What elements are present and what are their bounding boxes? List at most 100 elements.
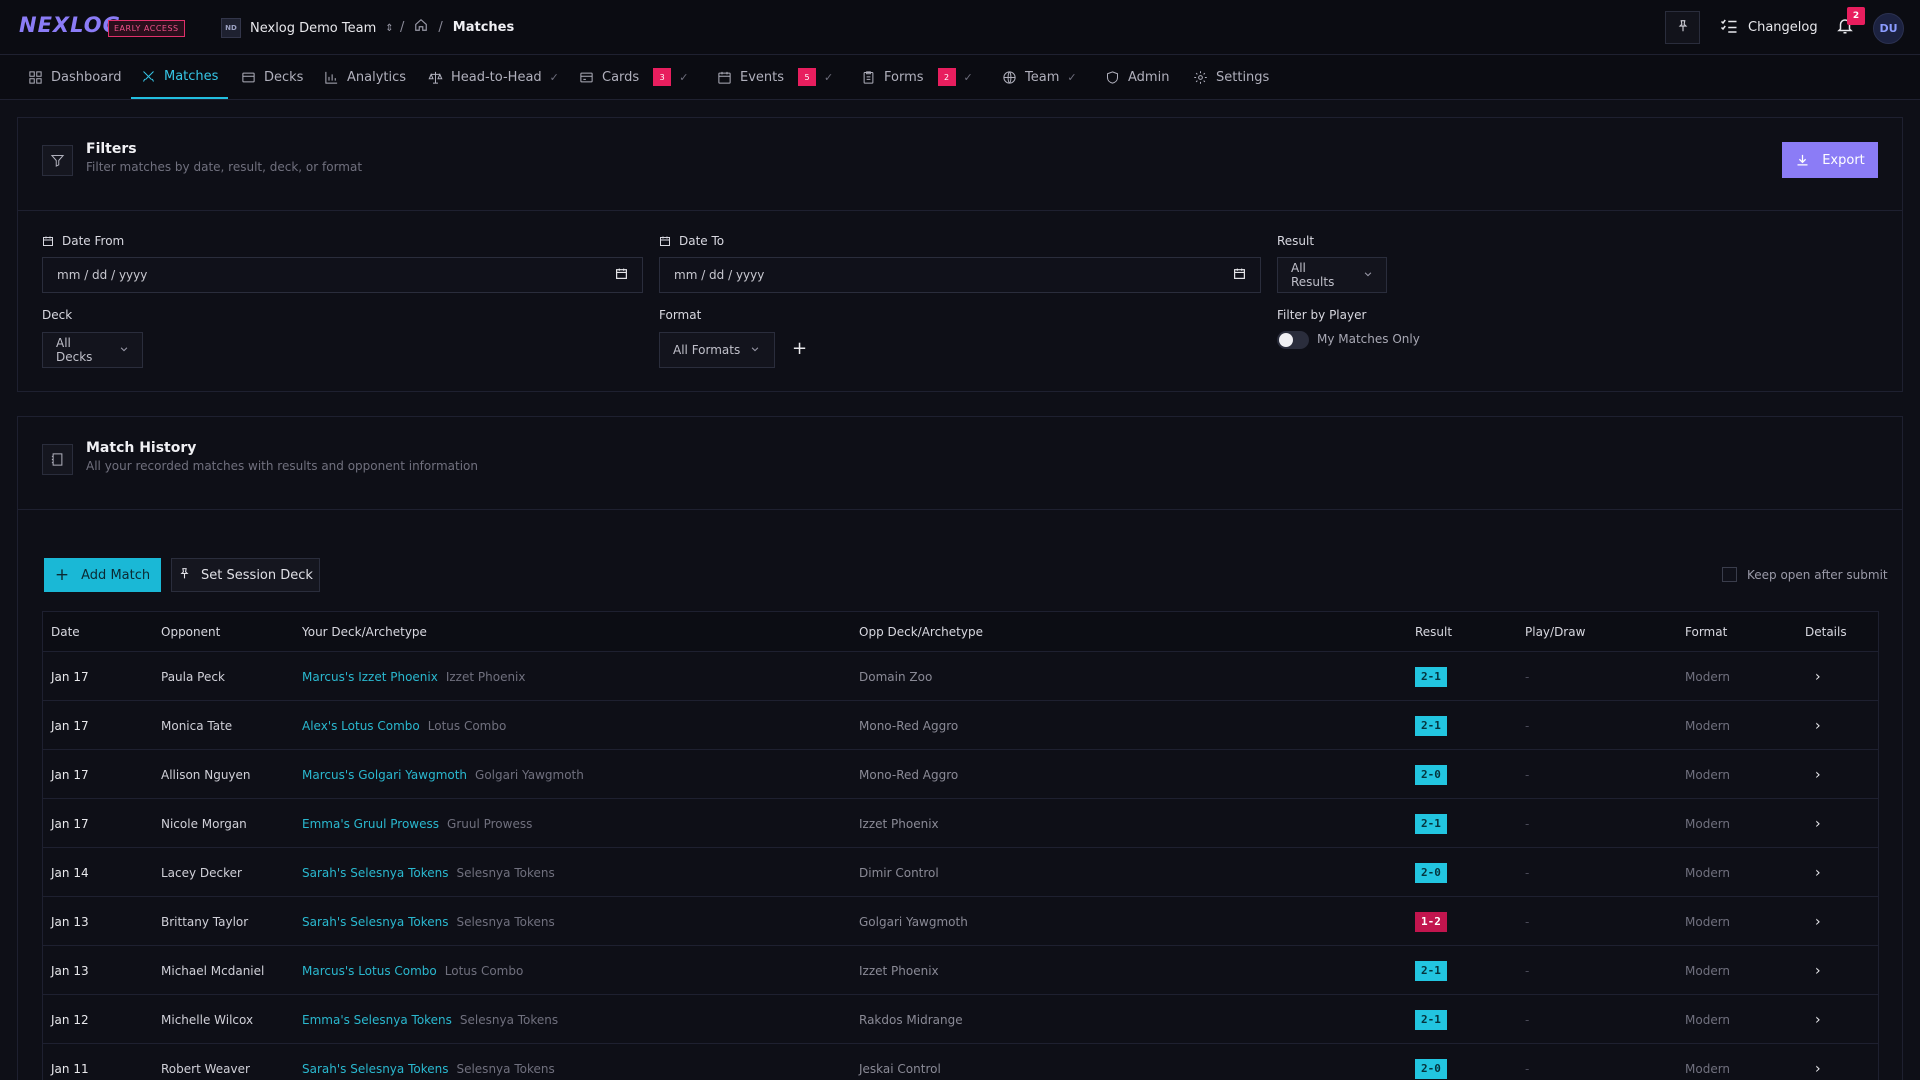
chevron-right-icon[interactable]: › <box>1815 701 1821 750</box>
chevron-right-icon[interactable]: › <box>1815 995 1821 1044</box>
col-format[interactable]: Format <box>1685 612 1727 652</box>
list-check-icon <box>1720 18 1738 38</box>
opp-deck: Domain Zoo <box>859 669 933 684</box>
nav-admin[interactable]: Admin <box>1105 55 1169 99</box>
nav-label: Dashboard <box>51 69 122 85</box>
nav-label: Matches <box>164 68 219 84</box>
chevron-right-icon[interactable]: › <box>1815 652 1821 701</box>
nav-head-to-head[interactable]: Head-to-Head ✓ <box>428 55 559 99</box>
your-deck-link[interactable]: Marcus's Golgari Yawgmoth <box>302 768 467 782</box>
nav-cards[interactable]: Cards 3 ✓ <box>579 55 688 99</box>
result-cell: 2-0 <box>1415 848 1447 897</box>
globe-icon <box>1003 70 1016 84</box>
your-deck-link[interactable]: Sarah's Selesnya Tokens <box>302 866 448 880</box>
result-select[interactable]: All Results <box>1277 257 1387 293</box>
nav-label: Head-to-Head <box>451 69 542 85</box>
chevron-right-icon[interactable]: › <box>1815 946 1821 995</box>
your-deck-link[interactable]: Sarah's Selesnya Tokens <box>302 1062 448 1076</box>
home-icon[interactable] <box>414 18 428 36</box>
result-badge: 2-0 <box>1415 862 1447 883</box>
table-row[interactable]: Jan 17 Paula Peck Marcus's Izzet Phoenix Iz… <box>43 652 1878 701</box>
col-your-deck[interactable]: Your Deck/Archetype <box>302 612 427 652</box>
pin-button[interactable] <box>1665 11 1700 44</box>
opponent-name: Brittany Taylor <box>161 914 249 929</box>
calendar-icon[interactable] <box>615 267 628 283</box>
opponent-name: Lacey Decker <box>161 865 242 880</box>
breadcrumb-separator: / <box>400 19 405 35</box>
set-session-deck-button[interactable]: Set Session Deck <box>171 558 320 592</box>
table-row[interactable]: Jan 17 Nicole Morgan Emma's Gruul Prowess G… <box>43 799 1878 848</box>
nav-dashboard[interactable]: Dashboard <box>28 55 122 99</box>
player-filter-label: Filter by Player <box>1277 308 1367 322</box>
table-row[interactable]: Jan 13 Brittany Taylor Sarah's Selesnya To… <box>43 897 1878 946</box>
col-opp-deck[interactable]: Opp Deck/Archetype <box>859 612 983 652</box>
col-opponent[interactable]: Opponent <box>161 612 220 652</box>
play-draw: - <box>1525 914 1530 929</box>
my-matches-toggle[interactable] <box>1277 331 1309 349</box>
table-row[interactable]: Jan 11 Robert Weaver Sarah's Selesnya Toke… <box>43 1044 1878 1080</box>
result-cell: 2-1 <box>1415 995 1447 1044</box>
nav-decks[interactable]: Decks <box>241 55 303 99</box>
user-avatar[interactable]: DU <box>1873 13 1904 44</box>
your-deck-link[interactable]: Emma's Gruul Prowess <box>302 817 439 831</box>
date-from-label: Date From <box>42 234 124 248</box>
match-format: Modern <box>1685 914 1731 929</box>
your-deck-cell: Sarah's Selesnya Tokens Selesnya Tokens <box>302 1044 555 1080</box>
notifications-button[interactable]: 2 <box>1830 7 1865 44</box>
nav-events[interactable]: Events 5 ✓ <box>717 55 833 99</box>
export-button[interactable]: Export <box>1782 142 1878 178</box>
col-date[interactable]: Date <box>51 612 80 652</box>
filters-card: Filters Filter matches by date, result, … <box>17 117 1903 392</box>
table-row[interactable]: Jan 17 Allison Nguyen Marcus's Golgari Yaw… <box>43 750 1878 799</box>
date-from-value: mm / dd / yyyy <box>57 268 148 282</box>
opp-deck: Dimir Control <box>859 865 939 880</box>
your-deck-link[interactable]: Alex's Lotus Combo <box>302 719 420 733</box>
chevron-right-icon[interactable]: › <box>1815 750 1821 799</box>
date-from-input[interactable]: mm / dd / yyyy <box>42 257 643 293</box>
col-result[interactable]: Result <box>1415 612 1452 652</box>
nav-matches[interactable]: Matches <box>131 55 229 99</box>
team-switcher[interactable]: ND Nexlog Demo Team ⇕ <box>221 17 394 39</box>
nav-analytics[interactable]: Analytics <box>324 55 406 99</box>
table-row[interactable]: Jan 12 Michelle Wilcox Emma's Selesnya Tok… <box>43 995 1878 1044</box>
calendar-icon[interactable] <box>1233 267 1246 283</box>
keep-open-checkbox[interactable] <box>1722 567 1737 582</box>
add-format-button[interactable]: + <box>792 338 807 359</box>
nav-label: Decks <box>264 69 304 85</box>
logo[interactable]: NEXLOG <box>19 13 121 37</box>
nav-settings[interactable]: Settings <box>1193 55 1269 99</box>
table-row[interactable]: Jan 14 Lacey Decker Sarah's Selesnya Token… <box>43 848 1878 897</box>
your-deck-link[interactable]: Sarah's Selesnya Tokens <box>302 915 448 929</box>
chevron-right-icon[interactable]: › <box>1815 848 1821 897</box>
result-cell: 2-1 <box>1415 701 1447 750</box>
your-deck-cell: Emma's Selesnya Tokens Selesnya Tokens <box>302 995 558 1044</box>
your-deck-cell: Sarah's Selesnya Tokens Selesnya Tokens <box>302 897 555 946</box>
nav-forms[interactable]: Forms 2 ✓ <box>861 55 973 99</box>
nav-label: Events <box>740 69 785 85</box>
your-deck-link[interactable]: Marcus's Lotus Combo <box>302 964 437 978</box>
filter-icon-box <box>42 145 73 176</box>
chevron-right-icon[interactable]: › <box>1815 1044 1821 1080</box>
your-archetype: Lotus Combo <box>444 963 524 978</box>
col-play-draw[interactable]: Play/Draw <box>1525 612 1585 652</box>
deck-select[interactable]: All Decks <box>42 332 143 368</box>
nav-team[interactable]: Team ✓ <box>1002 55 1077 99</box>
chevron-right-icon[interactable]: › <box>1815 799 1821 848</box>
set-session-deck-label: Set Session Deck <box>201 567 313 583</box>
your-deck-link[interactable]: Emma's Selesnya Tokens <box>302 1013 452 1027</box>
your-deck-cell: Marcus's Izzet Phoenix Izzet Phoenix <box>302 652 526 701</box>
grid-icon <box>29 70 42 84</box>
changelog-button[interactable]: Changelog <box>1720 11 1818 44</box>
date-to-input[interactable]: mm / dd / yyyy <box>659 257 1261 293</box>
chevron-right-icon[interactable]: › <box>1815 897 1821 946</box>
add-match-button[interactable]: + Add Match <box>44 558 161 592</box>
match-format: Modern <box>1685 767 1731 782</box>
your-deck-link[interactable]: Marcus's Izzet Phoenix <box>302 670 438 684</box>
date-from-text: Date From <box>62 234 125 248</box>
format-select[interactable]: All Formats <box>659 332 775 368</box>
table-row[interactable]: Jan 13 Michael Mcdaniel Marcus's Lotus Com… <box>43 946 1878 995</box>
table-row[interactable]: Jan 17 Monica Tate Alex's Lotus Combo Lotus… <box>43 701 1878 750</box>
deck-value: All Decks <box>56 336 93 364</box>
match-format: Modern <box>1685 718 1731 733</box>
keep-open-option[interactable]: Keep open after submit <box>1722 567 1888 582</box>
